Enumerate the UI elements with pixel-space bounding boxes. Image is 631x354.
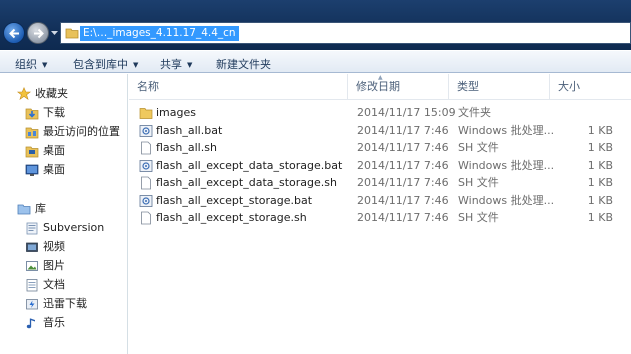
file-size: 1 KB (587, 176, 613, 189)
file-size: 1 KB (587, 123, 613, 137)
sidebar-item-label: 桌面 (43, 144, 65, 157)
file-row[interactable]: flash_all_except_storage.bat 2014/11/17 … (129, 192, 631, 210)
file-row[interactable]: flash_all.sh 2014/11/17 7:46 SH 文件 1 KB (129, 139, 631, 157)
downloads-folder-icon (25, 108, 39, 120)
forward-button[interactable] (27, 22, 49, 44)
chevron-down-icon: ▼ (133, 61, 139, 69)
recent-pages-dropdown[interactable] (51, 29, 58, 37)
file-row[interactable]: flash_all_except_storage.sh 2014/11/17 7… (129, 209, 631, 227)
file-name: flash_all.bat (156, 123, 223, 137)
chevron-down-icon: ▼ (42, 61, 48, 69)
documents-library-icon (26, 279, 38, 292)
file-name: flash_all.sh (156, 141, 217, 154)
library-document-icon (26, 222, 38, 235)
sidebar-item-label: 视频 (43, 240, 65, 253)
desktop-icon (25, 164, 39, 176)
desktop-folder-icon (25, 146, 39, 158)
batch-file-icon (139, 124, 153, 137)
file-type: SH 文件 (458, 176, 499, 189)
include-in-library-button[interactable]: 包含到库中 ▼ (73, 56, 138, 72)
sidebar-libraries-label: 库 (35, 202, 46, 215)
file-size: 1 KB (587, 141, 613, 154)
navigation-pane: 收藏夹 下载 最近访问的位置 桌面 桌面 库 Subversion 视频 图片 … (0, 74, 128, 354)
file-size: 1 KB (587, 211, 613, 224)
recent-places-icon (25, 127, 39, 139)
sidebar-item-label: 文档 (43, 278, 65, 291)
sidebar-item-label: Subversion (43, 221, 105, 234)
sidebar-favorites-label: 收藏夹 (35, 87, 68, 100)
file-type: Windows 批处理... (458, 123, 555, 137)
file-name: flash_all_except_data_storage.sh (156, 176, 337, 189)
file-name: flash_all_except_storage.bat (156, 193, 313, 207)
file-type: Windows 批处理... (458, 193, 555, 207)
arrow-right-icon (34, 28, 44, 39)
file-row[interactable]: flash_all_except_data_storage.bat 2014/1… (129, 157, 631, 175)
file-name: flash_all_except_storage.sh (156, 211, 307, 224)
arrow-left-icon (9, 28, 19, 39)
column-header-type[interactable]: 类型 (449, 74, 550, 100)
file-row[interactable]: flash_all.bat 2014/11/17 7:46 Windows 批处… (129, 122, 631, 140)
command-toolbar: 组织 ▼ 包含到库中 ▼ 共享 ▼ 新建文件夹 (0, 50, 631, 73)
file-name: images (156, 106, 196, 119)
file-date: 2014/11/17 7:46 (357, 211, 449, 224)
file-size: 1 KB (587, 193, 613, 207)
new-folder-button[interactable]: 新建文件夹 (216, 56, 271, 72)
file-row[interactable]: flash_all_except_data_storage.sh 2014/11… (129, 174, 631, 192)
text-file-icon (141, 211, 151, 225)
organize-button[interactable]: 组织 ▼ (15, 56, 47, 72)
chevron-down-icon: ▼ (187, 61, 193, 69)
file-list: ▲ 名称 修改日期 类型 大小 images 2014/11/17 15:09 … (129, 74, 631, 354)
sidebar-item-label: 下载 (43, 106, 65, 119)
column-header-size[interactable]: 大小 (550, 74, 631, 100)
sidebar-item-label: 桌面 (43, 163, 65, 176)
file-type: SH 文件 (458, 211, 499, 224)
address-input[interactable]: E:\…_images_4.11.17_4.4_cn (60, 22, 631, 44)
pictures-library-icon (26, 261, 38, 271)
file-date: 2014/11/17 7:46 (357, 123, 449, 137)
music-library-icon (26, 318, 35, 329)
file-type: Windows 批处理... (458, 158, 555, 172)
include-in-library-label: 包含到库中 (73, 58, 128, 71)
sidebar-item-label: 最近访问的位置 (43, 125, 120, 138)
star-icon (17, 87, 31, 100)
file-name: flash_all_except_data_storage.bat (156, 158, 343, 172)
column-header-date[interactable]: 修改日期 (348, 74, 449, 100)
library-icon (17, 204, 31, 215)
file-type: 文件夹 (458, 106, 491, 119)
file-date: 2014/11/17 7:46 (357, 158, 449, 172)
video-library-icon (26, 242, 38, 252)
file-row[interactable]: images 2014/11/17 15:09 文件夹 (129, 104, 631, 122)
address-bar-area: E:\…_images_4.11.17_4.4_cn (0, 0, 631, 50)
batch-file-icon (139, 159, 153, 172)
file-date: 2014/11/17 7:46 (357, 141, 449, 154)
address-path[interactable]: E:\…_images_4.11.17_4.4_cn (80, 26, 239, 41)
thunder-download-icon (26, 299, 38, 310)
text-file-icon (141, 176, 151, 190)
file-type: SH 文件 (458, 141, 499, 154)
share-button[interactable]: 共享 ▼ (160, 56, 192, 72)
sidebar-item-label: 图片 (43, 259, 65, 272)
sidebar-item-label: 迅雷下载 (43, 297, 87, 310)
folder-icon (139, 108, 153, 119)
text-file-icon (141, 141, 151, 155)
file-date: 2014/11/17 15:09 (357, 106, 456, 119)
organize-label: 组织 (15, 58, 37, 71)
back-button[interactable] (3, 22, 25, 44)
file-date: 2014/11/17 7:46 (357, 176, 449, 189)
column-header-row: ▲ 名称 修改日期 类型 大小 (129, 74, 631, 100)
file-size: 1 KB (587, 158, 613, 172)
sidebar-item-label: 音乐 (43, 316, 65, 329)
batch-file-icon (139, 194, 153, 207)
share-label: 共享 (160, 58, 182, 71)
column-header-name[interactable]: 名称 (129, 74, 348, 100)
file-date: 2014/11/17 7:46 (357, 193, 449, 207)
folder-icon (65, 28, 79, 39)
